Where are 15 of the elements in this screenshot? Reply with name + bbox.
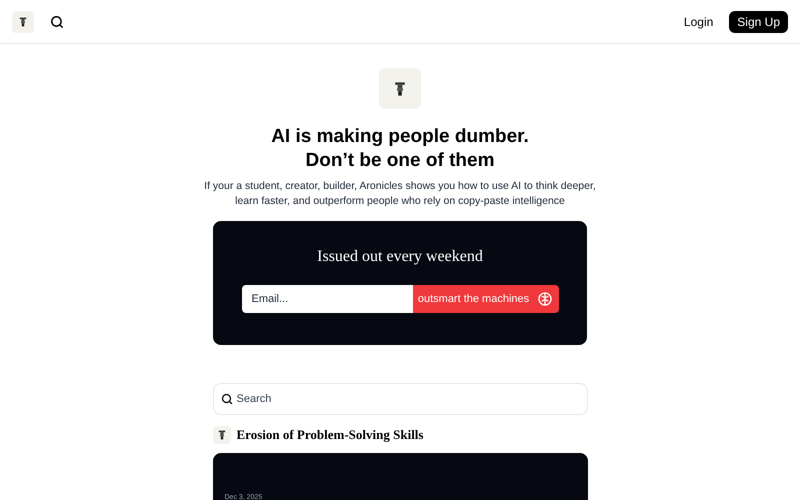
logo-button[interactable]: [12, 10, 34, 32]
post-title[interactable]: Erosion of Problem-Solving Skills: [236, 425, 424, 444]
login-button[interactable]: Login: [680, 12, 718, 30]
search-icon[interactable]: [50, 14, 64, 28]
hero-subtitle: If your a student, creator, builder, Aronicles shows you how to use AI to think deeper, learn faster, and outperform people who rely on copy-paste intelligence: [203, 179, 597, 209]
hero-title: AI is making people dumber. Don’t be one of them: [271, 125, 529, 173]
bust-logo-icon: [394, 80, 406, 96]
subscribe-button[interactable]: outsmart the machines: [412, 285, 558, 313]
email-field[interactable]: Email...: [242, 285, 412, 313]
bust-logo-icon: [218, 430, 226, 440]
signup-button[interactable]: Sign Up: [729, 10, 788, 32]
search-field[interactable]: Search: [212, 383, 588, 415]
bust-logo-icon: [19, 16, 27, 26]
search-icon: [220, 393, 232, 405]
card-heading: Issued out every weekend: [317, 247, 483, 267]
